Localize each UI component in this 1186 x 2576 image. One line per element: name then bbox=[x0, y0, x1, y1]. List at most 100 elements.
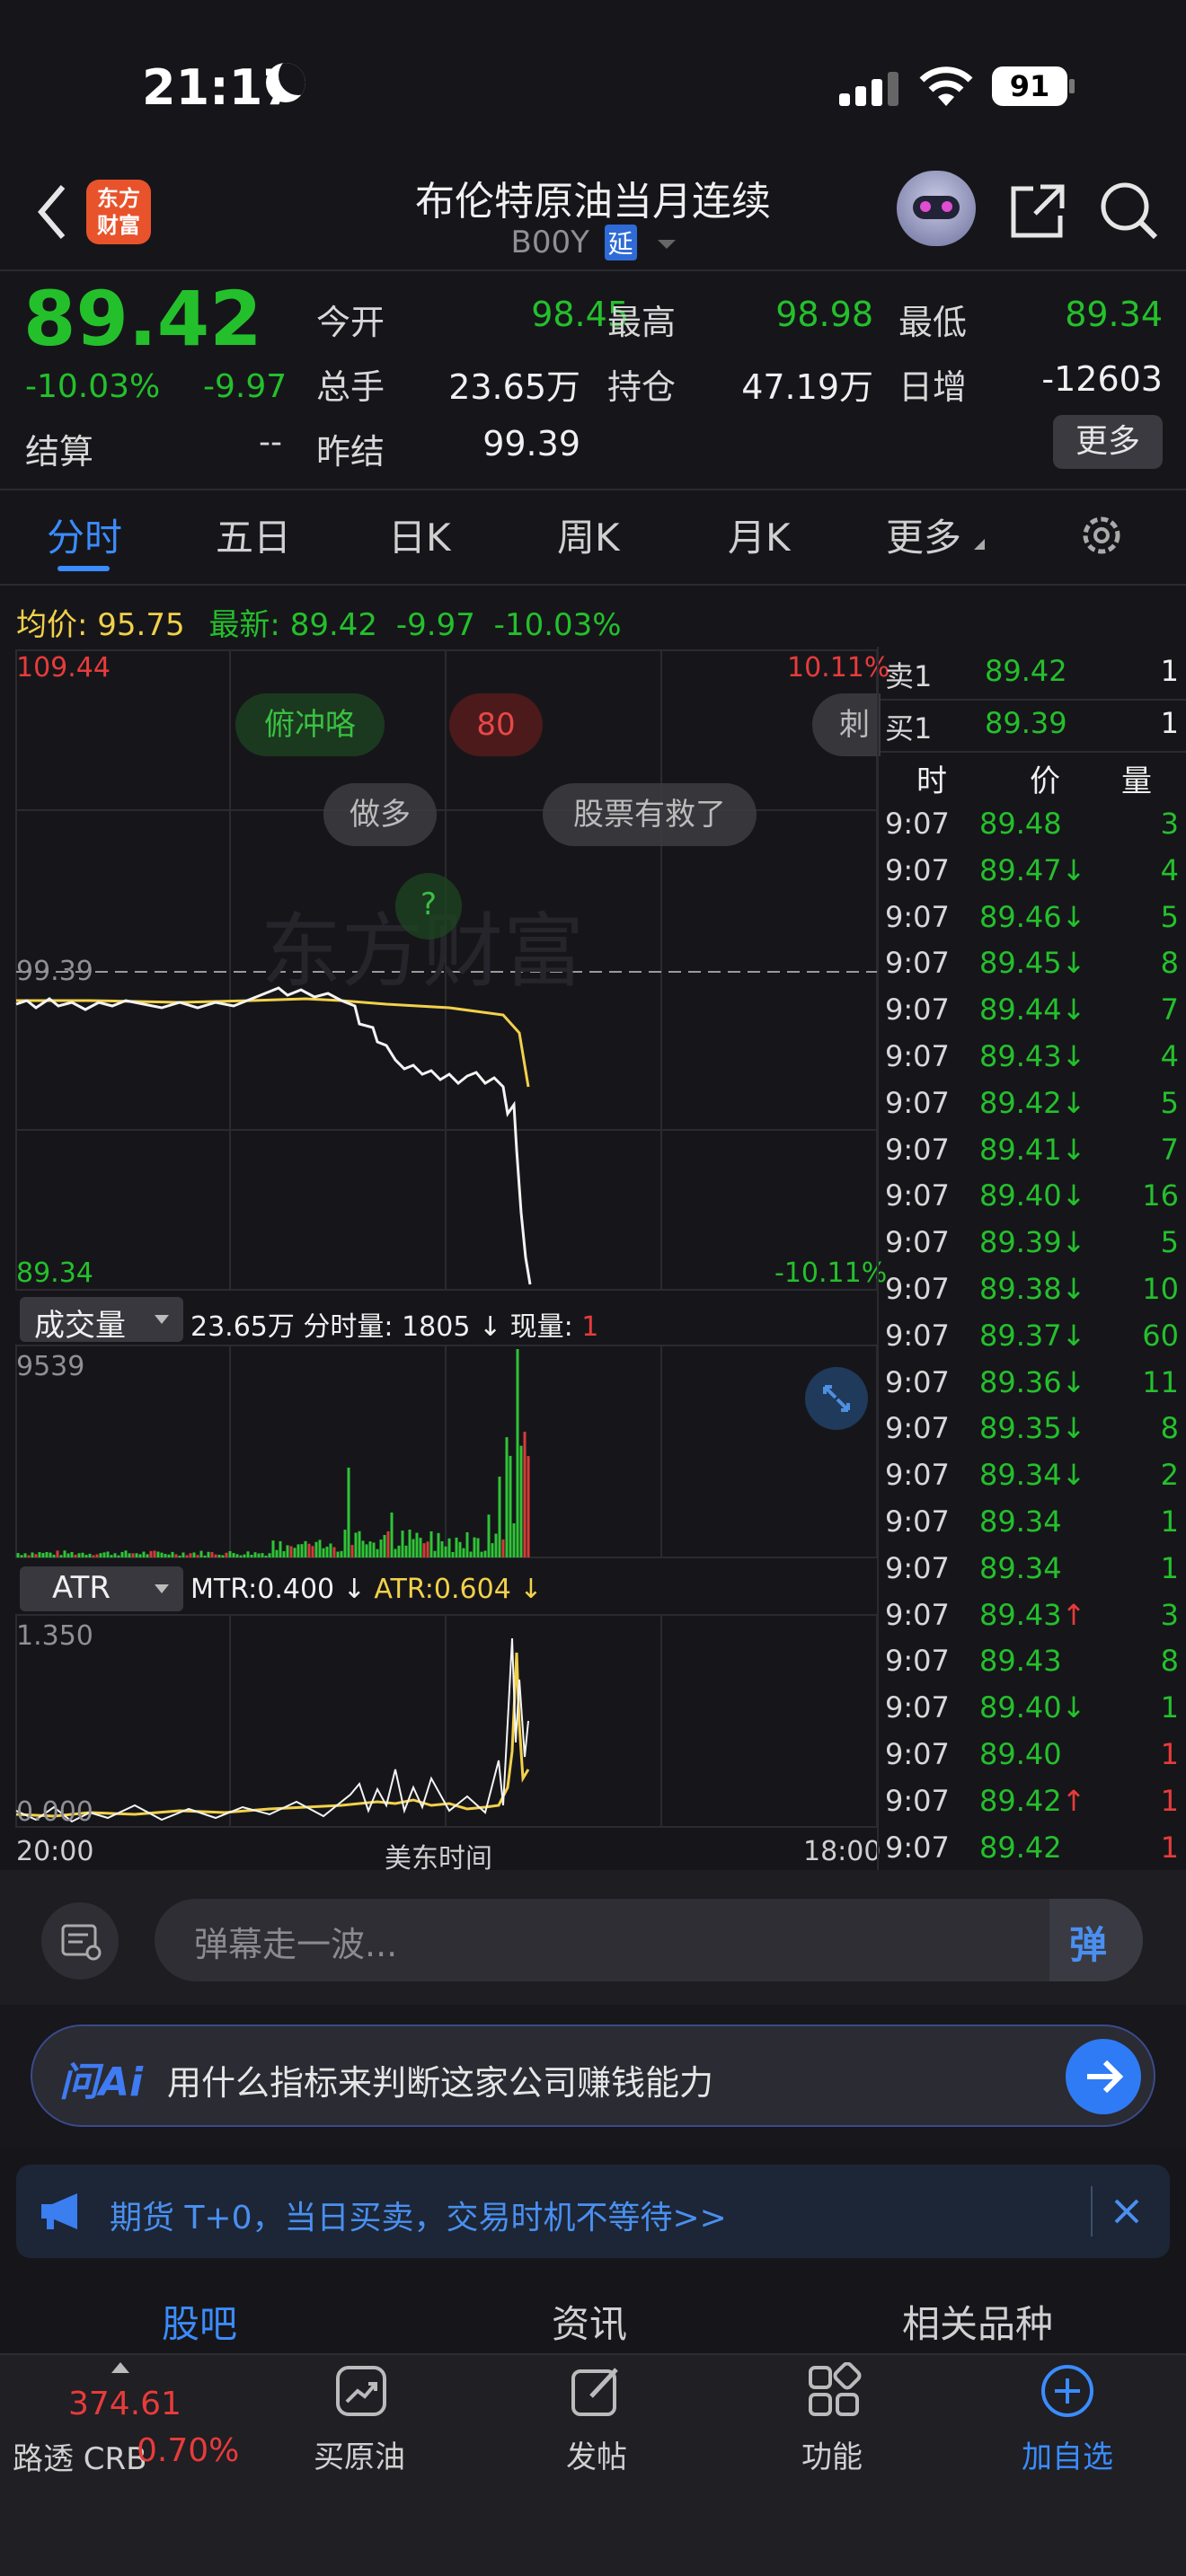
down-arrow-icon: ↓ bbox=[1061, 1411, 1086, 1446]
promo-text: 期货 T+0，当日买卖，交易时机不等待>> bbox=[110, 2200, 727, 2236]
tab-intraday[interactable]: 分时 bbox=[47, 507, 122, 562]
tick-qty: 3 bbox=[1160, 1597, 1179, 1632]
tick-row: 9:07 89.40 1 bbox=[881, 1737, 1186, 1784]
danmaku-bubble[interactable]: ? bbox=[395, 873, 462, 940]
indicator-selector-atr[interactable]: ATR bbox=[20, 1566, 183, 1611]
avg-price-line bbox=[16, 997, 530, 1088]
index-pct[interactable]: 0.70% bbox=[137, 2432, 239, 2469]
tick-qty: 4 bbox=[1160, 1039, 1179, 1073]
index-expand-icon[interactable] bbox=[111, 2362, 129, 2373]
tick-qty: 5 bbox=[1160, 1225, 1179, 1260]
tab-monthly-k[interactable]: 月K bbox=[728, 507, 791, 562]
danmaku-input[interactable]: 弹幕走一波... 弹 bbox=[155, 1899, 1143, 1981]
tick-time: 9:07 bbox=[885, 1178, 950, 1213]
nav-functions[interactable]: 功能 bbox=[742, 2432, 922, 2476]
col-qty: 量 bbox=[1121, 763, 1152, 799]
tick-price: 89.46↓ bbox=[979, 899, 1086, 934]
col-price: 价 bbox=[1030, 763, 1060, 799]
tick-qty: 7 bbox=[1160, 1132, 1179, 1167]
daily-change-value: -12603 bbox=[1041, 359, 1163, 399]
robot-assistant-icon[interactable] bbox=[897, 171, 976, 246]
delay-badge: 延 bbox=[604, 225, 637, 260]
danmaku-bubble[interactable]: 做多 bbox=[323, 783, 437, 846]
down-arrow-icon: ↓ bbox=[1061, 899, 1086, 934]
tick-price: 89.42↑ bbox=[979, 1783, 1086, 1818]
tick-row: 9:07 89.39↓ 5 bbox=[881, 1225, 1186, 1272]
battery-icon: 91 bbox=[992, 66, 1067, 106]
tab-more[interactable]: 更多 bbox=[886, 507, 961, 562]
indicator-selector-volume[interactable]: 成交量 bbox=[20, 1297, 183, 1344]
expand-icon bbox=[823, 1385, 850, 1412]
tick-price: 89.47↓ bbox=[979, 852, 1086, 887]
tick-row: 9:07 89.34↓ 2 bbox=[881, 1458, 1186, 1504]
subtab-forum[interactable]: 股吧 bbox=[162, 2294, 237, 2349]
danmaku-toggle-button[interactable] bbox=[41, 1902, 119, 1980]
tab-five-day[interactable]: 五日 bbox=[216, 507, 291, 562]
share-icon[interactable] bbox=[1006, 180, 1069, 243]
index-name[interactable]: 路透 CRB bbox=[13, 2434, 147, 2478]
danmaku-send-label: 弹 bbox=[1069, 1923, 1108, 1967]
tick-row: 9:07 89.36↓ 11 bbox=[881, 1365, 1186, 1412]
chevron-down-icon bbox=[657, 239, 676, 249]
tick-time: 9:07 bbox=[885, 1830, 950, 1865]
megaphone-icon bbox=[41, 2193, 77, 2229]
tick-price: 89.40↓ bbox=[979, 1178, 1086, 1213]
danmaku-send-button[interactable]: 弹 bbox=[1049, 1899, 1143, 1981]
daily-change-label: 日增 bbox=[898, 367, 968, 407]
price-line bbox=[15, 986, 532, 1285]
open-label: 今开 bbox=[316, 303, 385, 342]
danmaku-bubble[interactable]: 刺 bbox=[812, 693, 881, 756]
tick-time: 9:07 bbox=[885, 1458, 950, 1493]
nav-buy-oil[interactable]: 买原油 bbox=[270, 2432, 449, 2476]
nav-post[interactable]: 发帖 bbox=[507, 2432, 686, 2476]
ai-send-button[interactable] bbox=[1066, 2039, 1141, 2114]
ai-brand: 问Ai bbox=[59, 2060, 144, 2105]
tick-price: 89.43↓ bbox=[979, 1039, 1086, 1073]
tick-price: 89.35↓ bbox=[979, 1411, 1086, 1446]
down-arrow-icon: ↓ bbox=[1061, 1690, 1086, 1725]
promo-banner[interactable]: 期货 T+0，当日买卖，交易时机不等待>> bbox=[16, 2165, 1170, 2258]
tick-qty: 11 bbox=[1142, 1364, 1179, 1399]
functions-grid-icon bbox=[809, 2362, 862, 2416]
y-bottom-pct-label: -10.11% bbox=[774, 1257, 888, 1289]
low-value: 89.34 bbox=[1065, 295, 1163, 334]
nav-add-watchlist[interactable]: 加自选 bbox=[978, 2432, 1157, 2476]
tick-price: 89.42 bbox=[979, 1830, 1062, 1865]
tick-qty: 3 bbox=[1160, 807, 1179, 841]
y-bottom-label: 89.34 bbox=[16, 1257, 93, 1289]
ai-prompt: 用什么指标来判断这家公司赚钱能力 bbox=[167, 2063, 714, 2103]
down-arrow-icon: ↓ bbox=[1061, 1085, 1086, 1120]
tick-time: 9:07 bbox=[885, 1272, 950, 1306]
down-arrow-icon: ↓ bbox=[1061, 1225, 1086, 1260]
chevron-down-icon bbox=[155, 1584, 169, 1593]
last-price: 89.42 bbox=[23, 275, 262, 363]
y-top-pct-label: 10.11% bbox=[787, 652, 890, 684]
expand-chart-button[interactable] bbox=[805, 1367, 868, 1430]
add-watchlist-icon bbox=[1041, 2365, 1093, 2417]
more-quote-button[interactable]: 更多 bbox=[1053, 415, 1163, 469]
subtab-related[interactable]: 相关品种 bbox=[902, 2294, 1053, 2349]
latest-change: -9.97 bbox=[395, 607, 475, 643]
down-arrow-icon: ↓ bbox=[1061, 1272, 1086, 1306]
tick-qty: 1 bbox=[1160, 1504, 1179, 1539]
tick-price: 89.43↑ bbox=[979, 1597, 1086, 1632]
index-value[interactable]: 374.61 bbox=[68, 2386, 181, 2422]
atr-max-label: 1.350 bbox=[16, 1620, 93, 1652]
danmaku-bubble[interactable]: 股票有救了 bbox=[543, 783, 757, 846]
tick-qty: 7 bbox=[1160, 992, 1179, 1028]
bid-label: 买1 bbox=[885, 711, 933, 745]
tick-row: 9:07 89.34 1 bbox=[881, 1504, 1186, 1551]
ask-row: 卖1 89.42 1 bbox=[881, 654, 1186, 701]
ai-ask-bar[interactable]: 问Ai 用什么指标来判断这家公司赚钱能力 bbox=[31, 2025, 1155, 2127]
tab-weekly-k[interactable]: 周K bbox=[557, 507, 620, 562]
close-icon[interactable] bbox=[1112, 2197, 1141, 2226]
danmaku-bubble[interactable]: 80 bbox=[449, 693, 543, 756]
settle-label: 结算 bbox=[25, 432, 94, 472]
search-icon[interactable] bbox=[1098, 180, 1161, 243]
danmaku-bubble[interactable]: 俯冲咯 bbox=[235, 693, 385, 756]
settings-gear-icon[interactable] bbox=[1076, 510, 1127, 560]
tick-price: 89.34 bbox=[979, 1550, 1062, 1585]
volume-summary-text: 23.65万 分时量: 1805 ↓ 现量: bbox=[190, 1311, 573, 1343]
subtab-news[interactable]: 资讯 bbox=[552, 2294, 627, 2349]
tab-daily-k[interactable]: 日K bbox=[388, 507, 451, 562]
